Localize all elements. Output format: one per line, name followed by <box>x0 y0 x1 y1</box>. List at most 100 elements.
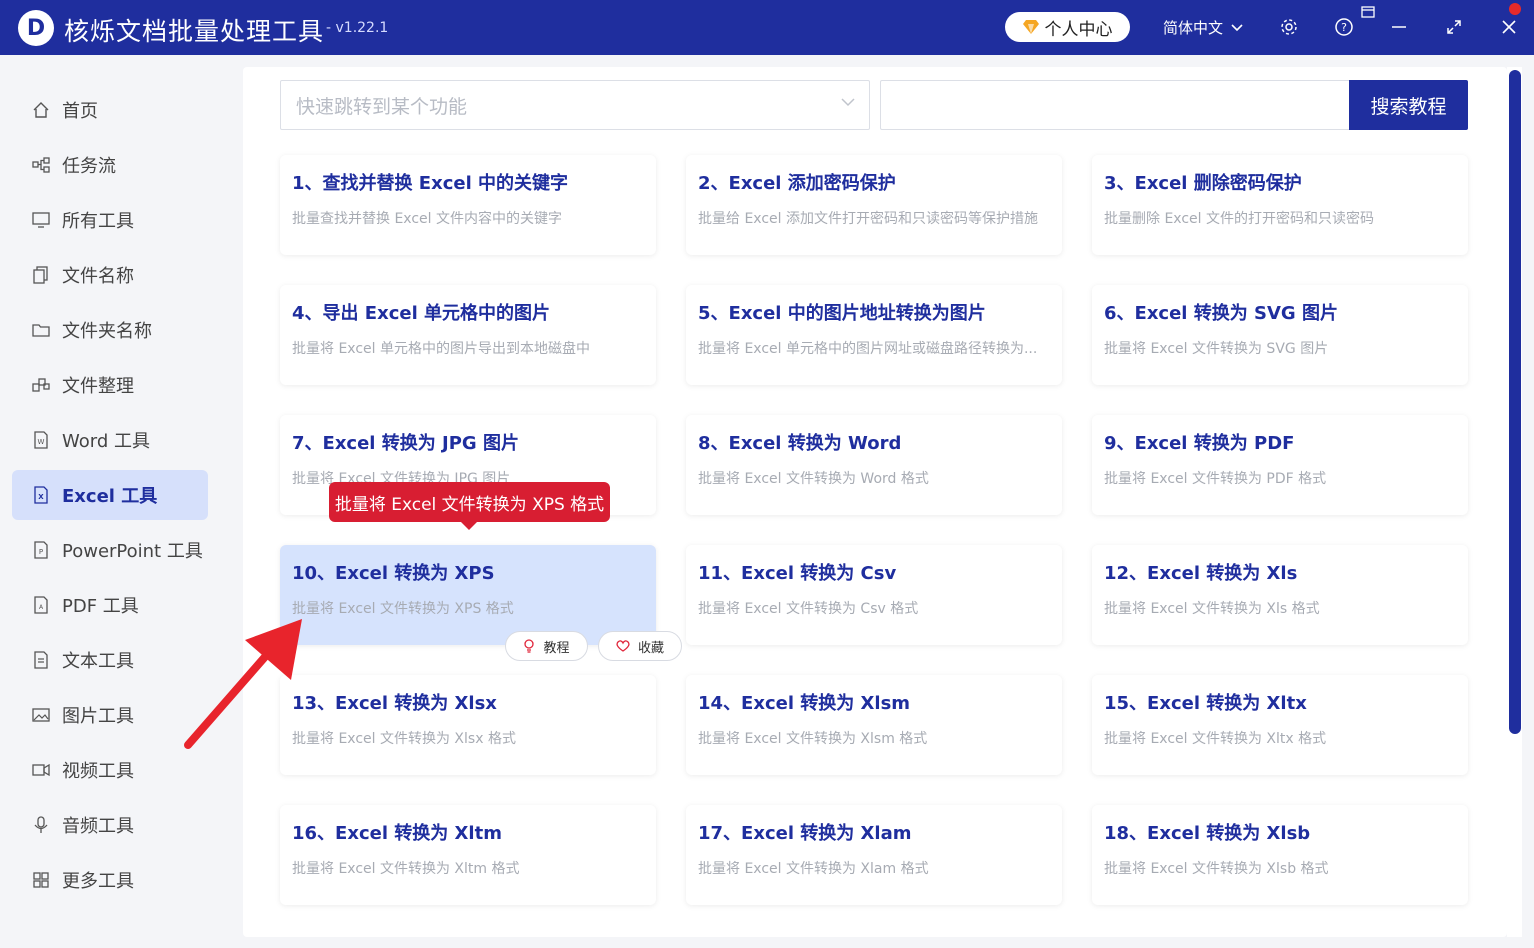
workflow-icon <box>32 156 50 174</box>
tutorial-search-input[interactable] <box>880 80 1350 130</box>
tool-card-title: 5、Excel 中的图片地址转换为图片 <box>698 303 986 324</box>
tool-card[interactable]: 6、Excel 转换为 SVG 图片批量将 Excel 文件转换为 SVG 图片 <box>1092 285 1468 385</box>
tool-card[interactable]: 1、查找并替换 Excel 中的关键字 批量查找并替换 Excel 文件内容中的关… <box>280 155 656 255</box>
help-icon[interactable]: ? <box>1333 16 1355 38</box>
app-title: 核烁文档批量处理工具 <box>64 17 325 46</box>
sidebar-item-label: 文件整理 <box>62 376 134 397</box>
tool-card-description: 批量给 Excel 添加文件打开密码和只读密码等保护措施 <box>698 211 1038 227</box>
tool-card[interactable]: 15、Excel 转换为 Xltx 批量将 Excel 文件转换为 Xltx 格式 <box>1092 675 1468 775</box>
sidebar-item[interactable]: A PDF 工具 <box>12 580 208 630</box>
tool-card[interactable]: 10、Excel 转换为 XPS 批量将 Excel 文件转换为 XPS 格式 <box>280 545 656 645</box>
tool-card-title: 3、Excel 删除密码保护 <box>1104 173 1302 194</box>
chevron-down-icon <box>841 98 855 107</box>
sidebar: 首页任务流所有工具文件名称文件夹名称文件整理 W Word 工具 X Excel 工具 P… <box>0 55 232 948</box>
tool-card[interactable]: 12、Excel 转换为 Xls 批量将 Excel 文件转换为 Xls 格式 <box>1092 545 1468 645</box>
sidebar-item-label: 音频工具 <box>62 816 134 837</box>
pdf-file-icon: A <box>32 596 50 614</box>
tool-card[interactable]: 11、Excel 转换为 Csv 批量将 Excel 文件转换为 Csv 格式 <box>686 545 1062 645</box>
sidebar-item-label: 首页 <box>62 101 98 122</box>
tool-card[interactable]: 3、Excel 删除密码保护 批量删除 Excel 文件的打开密码和只读密码 <box>1092 155 1468 255</box>
tool-card-title: 4、导出 Excel 单元格中的图片 <box>292 303 551 324</box>
tutorial-label: 教程 <box>543 640 570 656</box>
tool-card[interactable]: 8、Excel 转换为 Word 批量将 Excel 文件转换为 Word 格式 <box>686 415 1062 515</box>
app-version: - v1.22.1 <box>326 20 389 36</box>
sidebar-item[interactable]: 视频工具 <box>12 745 208 795</box>
tool-card[interactable]: 13、Excel 转换为 Xlsx 批量将 Excel 文件转换为 Xlsx 格式 <box>280 675 656 775</box>
tool-card[interactable]: 14、Excel 转换为 Xlsm 批量将 Excel 文件转换为 Xlsm 格式 <box>686 675 1062 775</box>
user-center-label: 个人中心 <box>1044 19 1113 40</box>
tutorial-button[interactable]: 教程 <box>505 631 588 661</box>
sidebar-item-label: 更多工具 <box>62 871 134 892</box>
sidebar-item-label: PDF 工具 <box>62 596 139 617</box>
sidebar-item[interactable]: 音频工具 <box>12 800 208 850</box>
tool-card-title: 1、查找并替换 Excel 中的关键字 <box>292 173 569 194</box>
file-copy-icon <box>32 266 50 284</box>
favorite-button[interactable]: 收藏 <box>598 631 682 661</box>
svg-text:W: W <box>38 438 45 446</box>
sidebar-item[interactable]: 图片工具 <box>12 690 208 740</box>
svg-text:P: P <box>39 548 43 556</box>
sidebar-item[interactable]: 首页 <box>12 85 208 135</box>
word-file-icon: W <box>32 431 50 449</box>
language-select[interactable]: 简体中文 <box>1163 17 1243 38</box>
tool-card[interactable]: 5、Excel 中的图片地址转换为图片 批量将 Excel 单元格中的图片网址或磁… <box>686 285 1062 385</box>
close-icon[interactable] <box>1498 16 1520 38</box>
minimize-icon[interactable] <box>1388 16 1410 38</box>
tool-card-description: 批量将 Excel 文件转换为 Xltx 格式 <box>1104 731 1327 747</box>
app-logo-letter: D <box>26 15 46 41</box>
tool-card[interactable]: 4、导出 Excel 单元格中的图片 批量将 Excel 单元格中的图片导出到本地… <box>280 285 656 385</box>
settings-gear-icon[interactable] <box>1278 16 1300 38</box>
svg-text:?: ? <box>1341 21 1347 34</box>
sidebar-item[interactable]: 文件夹名称 <box>12 305 208 355</box>
sidebar-item[interactable]: X Excel 工具 <box>12 470 208 520</box>
window-icon[interactable] <box>1360 5 1376 19</box>
ppt-file-icon: P <box>32 541 50 559</box>
svg-text:X: X <box>38 493 44 501</box>
tool-card-description: 批量将 Excel 文件转换为 Xltm 格式 <box>292 861 520 877</box>
tool-card[interactable]: 18、Excel 转换为 Xlsb 批量将 Excel 文件转换为 Xlsb 格式 <box>1092 805 1468 905</box>
tool-card-title: 10、Excel 转换为 XPS <box>292 563 495 584</box>
sidebar-item[interactable]: 任务流 <box>12 140 208 190</box>
sidebar-item-label: 文件夹名称 <box>62 321 152 342</box>
tool-card-description: 批量将 Excel 文件转换为 Xlsm 格式 <box>698 731 928 747</box>
sidebar-item-label: 所有工具 <box>62 211 134 232</box>
title-bar: D 核烁文档批量处理工具 - v1.22.1 个人中心 简体中文 ? <box>0 0 1534 55</box>
excel-file-icon: X <box>32 486 50 504</box>
scrollbar-thumb[interactable] <box>1509 70 1521 734</box>
tool-card-title: 14、Excel 转换为 Xlsm <box>698 693 911 714</box>
monitor-icon <box>32 211 50 229</box>
tool-card[interactable]: 17、Excel 转换为 Xlam 批量将 Excel 文件转换为 Xlam 格式 <box>686 805 1062 905</box>
tool-card-title: 7、Excel 转换为 JPG 图片 <box>292 433 519 454</box>
video-icon <box>32 761 50 779</box>
search-tutorial-button[interactable]: 搜索教程 <box>1349 80 1468 130</box>
tool-card-description: 批量将 Excel 文件转换为 Xlsx 格式 <box>292 731 516 747</box>
organize-icon <box>32 376 50 394</box>
sidebar-item[interactable]: P PowerPoint 工具 <box>12 525 208 575</box>
sidebar-item[interactable]: 文件名称 <box>12 250 208 300</box>
tool-card[interactable]: 2、Excel 添加密码保护批量给 Excel 添加文件打开密码和只读密码等保护… <box>686 155 1062 255</box>
tool-card-description: 批量将 Excel 文件转换为 Xlsb 格式 <box>1104 861 1329 877</box>
function-jump-select[interactable]: 快速跳转到某个功能 <box>280 80 870 130</box>
sidebar-item-label: 文件名称 <box>62 266 134 287</box>
tool-card-title: 6、Excel 转换为 SVG 图片 <box>1104 303 1338 324</box>
tool-card-title: 2、Excel 添加密码保护 <box>698 173 896 194</box>
sidebar-item[interactable]: 文件整理 <box>12 360 208 410</box>
chevron-down-icon <box>1231 23 1243 31</box>
sidebar-item[interactable]: 更多工具 <box>12 855 208 905</box>
sidebar-item[interactable]: 所有工具 <box>12 195 208 245</box>
folder-icon <box>32 321 50 339</box>
tool-card[interactable]: 9、Excel 转换为 PDF 批量将 Excel 文件转换为 PDF 格式 <box>1092 415 1468 515</box>
user-center-button[interactable]: 个人中心 <box>1005 12 1130 42</box>
tool-card-description: 批量将 Excel 文件转换为 XPS 格式 <box>292 601 514 617</box>
sidebar-item-label: Excel 工具 <box>62 486 158 507</box>
app-logo: D <box>18 10 54 46</box>
home-icon <box>32 101 50 119</box>
maximize-icon[interactable] <box>1443 16 1465 38</box>
sidebar-item[interactable]: W Word 工具 <box>12 415 208 465</box>
tool-card[interactable]: 16、Excel 转换为 Xltm 批量将 Excel 文件转换为 Xltm 格式 <box>280 805 656 905</box>
sidebar-item[interactable]: 文本工具 <box>12 635 208 685</box>
tool-card-description: 批量将 Excel 文件转换为 SVG 图片 <box>1104 341 1329 357</box>
diamond-icon <box>1022 20 1039 34</box>
microphone-icon <box>32 816 50 834</box>
function-jump-placeholder: 快速跳转到某个功能 <box>296 95 468 118</box>
